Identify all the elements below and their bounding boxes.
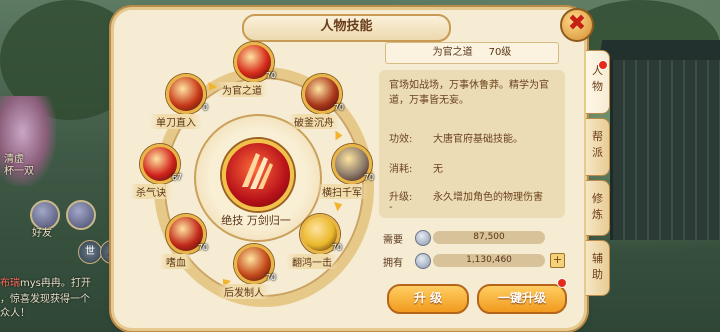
chat-line: 众人！ [0,308,30,319]
chat-line: ，惊喜发现获得一个 [0,294,90,305]
skill-name: 破釜沉舟 [288,114,340,129]
skill-slot-2[interactable]: 70 [332,144,374,184]
skill-level: 70 [265,71,276,80]
tab-label: 辅 [592,252,603,265]
skill-name: 后发制人 [218,284,270,299]
notification-dot [598,60,608,70]
need-row: 需要 87,500 [383,230,559,246]
tab-label: 修 [592,192,603,205]
need-label: 需要 [383,235,403,246]
skill-level: 70 [331,243,342,252]
have-row: 拥有 1,130,460 + [383,253,565,269]
skill-slot-7[interactable]: 0 [166,74,208,114]
effect-value: 大唐官府基础技能。 [433,134,523,145]
tab-guild[interactable]: 帮 派 [586,118,610,176]
sword-burst-icon [242,153,273,189]
skill-wheel: 绝技 万剑归一 70 为官之道 70 破釜沉舟 70 横扫千军 70 翻鸿一击 … [120,32,374,322]
skill-level: 70 [265,273,276,282]
background-house [610,60,720,240]
world-chat-button[interactable]: 世 [78,240,102,264]
tab-character[interactable]: 人 物 [586,50,610,114]
skill-level: 67 [171,173,182,182]
skill-name: 为官之道 [216,82,268,97]
tab-cultivation[interactable]: 修 炼 [586,180,610,236]
skill-slot-1[interactable]: 70 [302,74,344,114]
upgrade-value: 永久增加角色的物理伤害 [433,192,543,203]
skill-name: 翻鸿一击 [286,254,338,269]
upgrade-label: 升级: [389,192,413,203]
silver-coin-icon [415,253,431,269]
description-box: 官场如战场，万事休鲁莽。精学为官道，万事皆无妄。 功效: 大唐官府基础技能。 消… [379,70,565,218]
cost-value: 无 [433,164,443,175]
need-value: 87,500 [433,231,545,244]
upgrade-suffix: - [389,202,393,213]
skill-header: 为官之道 70级 [385,42,559,64]
one-key-upgrade-button[interactable]: 一键升级 [477,284,567,314]
skill-level: 70 [333,103,344,112]
skill-name: 嗜血 [160,254,192,269]
tab-label: 派 [592,146,603,159]
skill-panel: 人物技能 绝技 万剑归一 70 为官之道 70 破釜沉舟 70 横扫千军 70 … [114,10,584,328]
player-avatar[interactable] [66,200,96,230]
skill-slot-6[interactable]: 67 [140,144,182,184]
add-currency-button[interactable]: + [550,253,565,268]
skill-level: 70 [197,243,208,252]
notification-dot [557,278,567,288]
skill-slot-4[interactable]: 70 [234,244,276,284]
silver-coin-icon [415,230,431,246]
skill-name: 单刀直入 [150,114,202,129]
skill-slot-5[interactable]: 70 [166,214,208,254]
skill-name: 横扫千军 [316,184,368,199]
tab-label: 物 [592,80,603,93]
tab-label: 助 [592,268,603,281]
skill-slot-3[interactable]: 70 [300,214,342,254]
detail-skill-level: 70级 [488,47,512,58]
tab-assist[interactable]: 辅 助 [586,240,610,296]
center-skill-label: 绝技 万剑归一 [221,214,291,227]
cost-label: 消耗: [389,164,413,175]
effect-label: 功效: [389,134,413,145]
skill-name: 杀气诀 [130,184,172,199]
side-text: 杯一双 [4,166,34,177]
single-blade-icon [166,74,206,114]
have-label: 拥有 [383,258,403,269]
arrow-icon [335,130,343,141]
detail-skill-name: 为官之道 [432,47,473,58]
friend-label: 好友 [32,228,52,239]
upgrade-button[interactable]: 升 级 [387,284,469,314]
chat-line: 布瑞mys冉冉。打开 [0,278,91,289]
skill-description: 官场如战场，万事休鲁莽。精学为官道，万事皆无妄。 [389,80,549,106]
tab-label: 帮 [592,130,603,143]
center-skill-sword-burst-icon[interactable] [222,139,294,211]
tab-label: 炼 [592,208,603,221]
skill-level: 0 [202,103,208,112]
close-button[interactable]: ✖ [560,8,594,42]
skill-detail: 为官之道 70级 官场如战场，万事休鲁莽。精学为官道，万事皆无妄。 功效: 大唐… [373,38,569,322]
have-value: 1,130,460 [433,254,545,267]
skill-slot-0[interactable]: 70 [234,42,276,82]
